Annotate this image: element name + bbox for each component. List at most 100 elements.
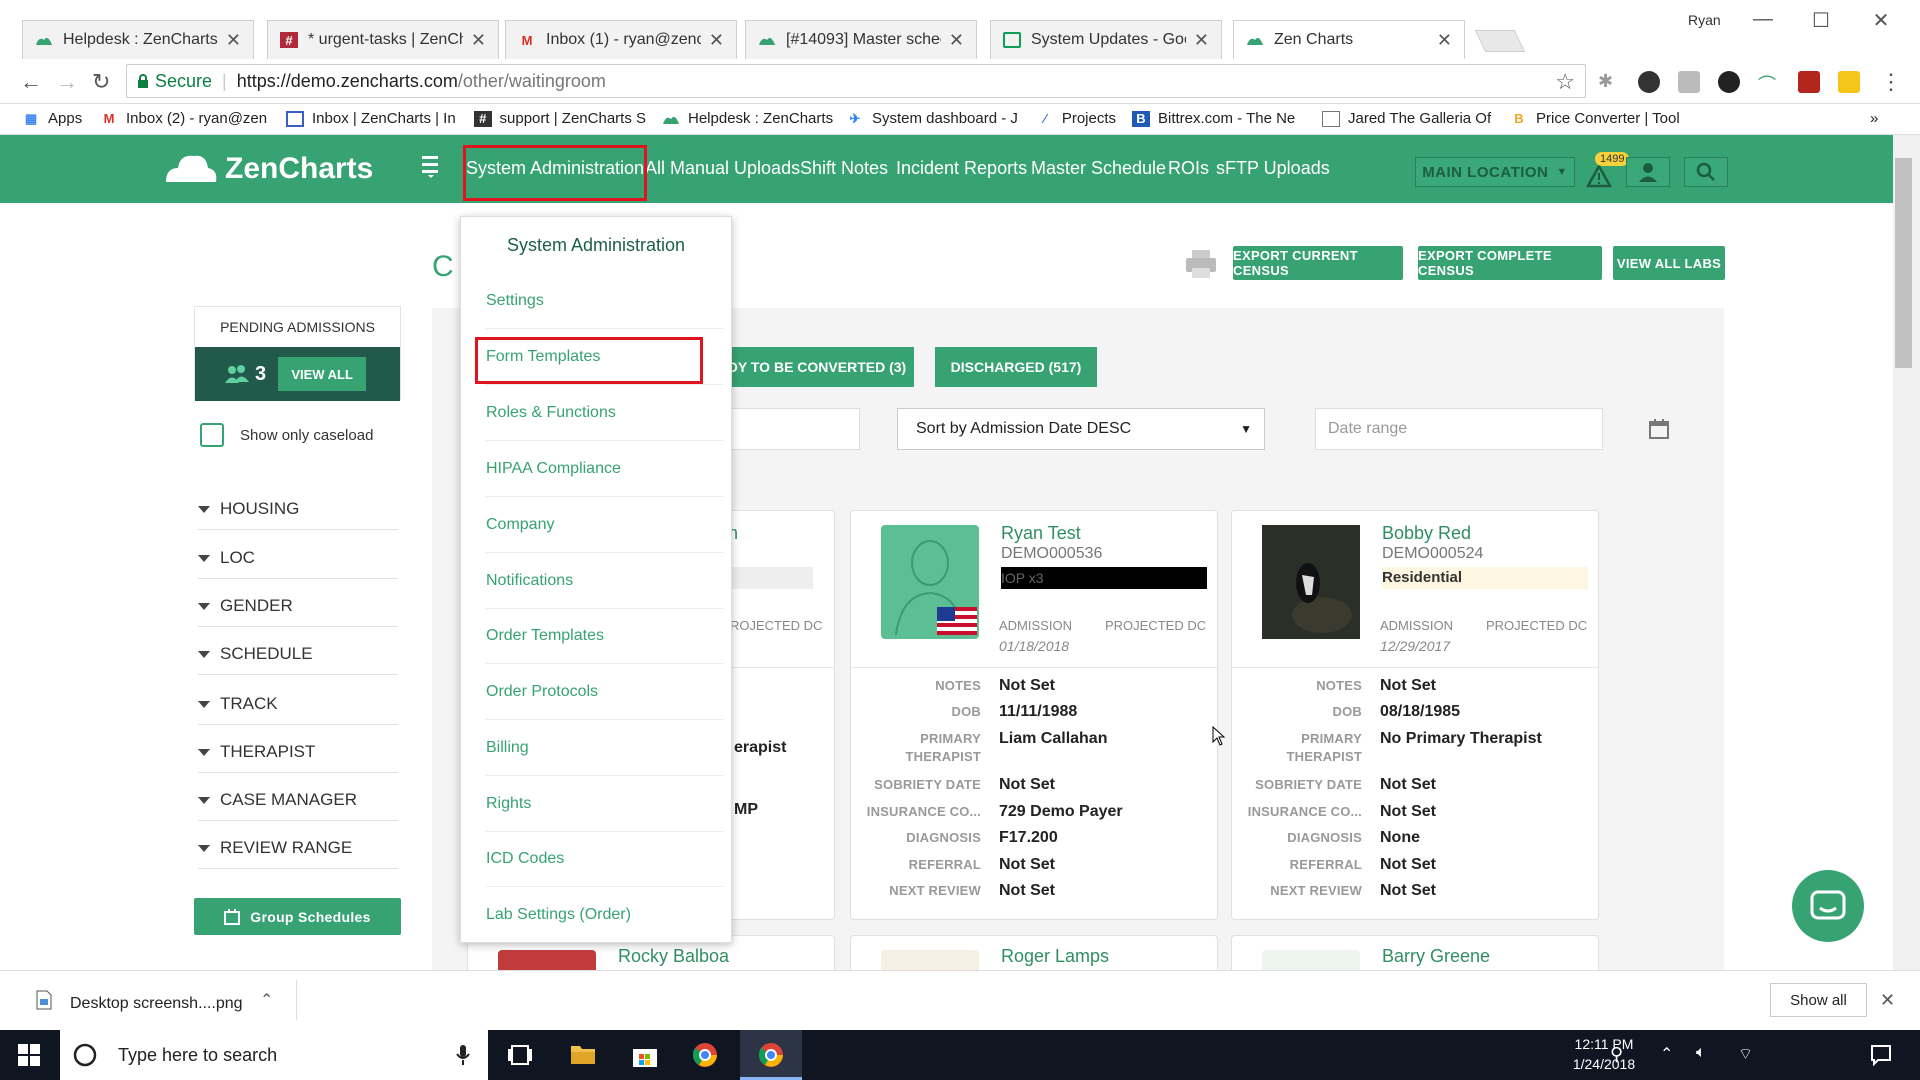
filter-loc[interactable]: LOC: [198, 548, 398, 579]
nav-rois[interactable]: ROIs: [1168, 158, 1209, 179]
menu-item-hipaa-compliance[interactable]: HIPAA Compliance: [486, 441, 724, 497]
pdf-extension-icon[interactable]: [1798, 71, 1820, 93]
browser-tab[interactable]: System Updates - Googl ✕: [990, 20, 1222, 59]
browser-tab[interactable]: Helpdesk : ZenCharts ✕: [22, 20, 254, 59]
download-file-name[interactable]: Desktop screensh....png: [70, 995, 243, 1013]
menu-item-roles-functions[interactable]: Roles & Functions: [486, 385, 724, 441]
patient-name[interactable]: Barry Greene: [1382, 946, 1490, 967]
alert-triangle-icon[interactable]: [1586, 164, 1612, 188]
star-icon[interactable]: ☆: [1555, 69, 1575, 95]
minimize-icon[interactable]: —: [1748, 8, 1778, 31]
close-icon[interactable]: ✕: [1194, 30, 1209, 51]
store-icon[interactable]: [632, 1042, 658, 1068]
chevron-up-icon[interactable]: ⌃: [260, 990, 273, 1010]
patient-name[interactable]: Bobby Red: [1382, 523, 1471, 544]
menu-item-company[interactable]: Company: [486, 497, 724, 553]
chrome-icon[interactable]: [692, 1042, 718, 1068]
view-all-labs-button[interactable]: VIEW ALL LABS: [1613, 246, 1725, 280]
close-icon[interactable]: ✕: [709, 30, 724, 51]
close-shelf-icon[interactable]: ✕: [1880, 990, 1895, 1011]
bookmark-item[interactable]: ✈ System dashboard - J: [846, 110, 1018, 127]
show-all-downloads-button[interactable]: Show all: [1770, 983, 1867, 1017]
back-arrow-icon[interactable]: ←: [20, 69, 42, 95]
nav-master-schedule[interactable]: Master Schedule: [1031, 158, 1166, 179]
patient-card[interactable]: Bobby Red DEMO000524 Residential ADMISSI…: [1231, 510, 1599, 920]
extension-asterisk-icon[interactable]: ✱: [1598, 71, 1620, 93]
action-center-icon[interactable]: [1870, 1044, 1892, 1066]
close-window-icon[interactable]: ✕: [1866, 8, 1896, 33]
close-icon[interactable]: ✕: [1437, 30, 1452, 51]
extension-ring-icon[interactable]: [1718, 71, 1740, 93]
nav-incident-reports[interactable]: Incident Reports: [896, 158, 1027, 179]
close-icon[interactable]: ✕: [226, 30, 241, 51]
file-explorer-icon[interactable]: [570, 1042, 596, 1066]
patient-name[interactable]: Roger Lamps: [1001, 946, 1109, 967]
menu-item-notifications[interactable]: Notifications: [486, 553, 724, 609]
filter-schedule[interactable]: SCHEDULE: [198, 644, 398, 675]
filter-track[interactable]: TRACK: [198, 694, 398, 725]
chat-widget-button[interactable]: [1792, 870, 1864, 942]
browser-tab-active[interactable]: Zen Charts ✕: [1233, 20, 1465, 59]
taskbar-clock[interactable]: 12:11 PM 1/24/2018: [1544, 1034, 1664, 1074]
bookmark-item[interactable]: Inbox | ZenCharts | In: [286, 110, 461, 127]
browser-tab[interactable]: [#14093] Master schedul ✕: [745, 20, 977, 59]
wifi-icon[interactable]: ⌔: [1738, 1044, 1753, 1064]
scrollbar-thumb[interactable]: [1895, 158, 1912, 368]
filter-gender[interactable]: GENDER: [198, 596, 398, 627]
bookmark-item[interactable]: B Price Converter | Tool: [1510, 110, 1680, 127]
bookmark-item[interactable]: # support | ZenCharts S: [474, 110, 646, 127]
menu-item-icd-codes[interactable]: ICD Codes: [486, 831, 724, 887]
bookmark-item[interactable]: M Inbox (2) - ryan@zen: [100, 110, 270, 127]
nav-sftp-uploads[interactable]: sFTP Uploads: [1216, 158, 1330, 179]
patient-search-input[interactable]: [720, 408, 860, 450]
sort-select[interactable]: Sort by Admission Date DESC ▼: [897, 408, 1265, 450]
nav-shift-notes[interactable]: Shift Notes: [800, 158, 888, 179]
bookmarks-overflow[interactable]: »: [1870, 110, 1878, 127]
pending-view-all-button[interactable]: VIEW ALL: [278, 357, 367, 391]
task-view-icon[interactable]: [508, 1044, 532, 1066]
maximize-icon[interactable]: ☐: [1806, 8, 1836, 33]
menu-item-lab-settings[interactable]: Lab Settings (Order): [486, 887, 724, 943]
nav-all-manual-uploads[interactable]: All Manual Uploads: [645, 158, 800, 179]
menu-item-settings[interactable]: Settings: [486, 273, 724, 329]
app-logo[interactable]: ZenCharts: [225, 152, 373, 186]
menu-item-rights[interactable]: Rights: [486, 776, 724, 832]
extension-zen-icon[interactable]: ⌒: [1758, 71, 1780, 95]
chrome-active-taskbar-item[interactable]: [740, 1030, 802, 1080]
microphone-icon[interactable]: [456, 1044, 470, 1066]
bookmark-item[interactable]: B Bittrex.com - The Ne: [1132, 110, 1304, 127]
bookmark-apps[interactable]: ▦ Apps: [22, 110, 82, 127]
export-current-census-button[interactable]: EXPORT CURRENT CENSUS: [1233, 246, 1403, 280]
bookmark-item[interactable]: ⁄ Projects: [1036, 110, 1116, 127]
windows-start-icon[interactable]: [18, 1044, 40, 1066]
location-select-button[interactable]: MAIN LOCATION ▼: [1415, 157, 1575, 187]
filter-review-range[interactable]: REVIEW RANGE: [198, 838, 398, 869]
close-icon[interactable]: ✕: [949, 30, 964, 51]
filter-housing[interactable]: HOUSING: [198, 499, 398, 530]
extension-g-icon[interactable]: [1678, 71, 1700, 93]
browser-tab[interactable]: M Inbox (1) - ryan@zenchar ✕: [505, 20, 737, 59]
export-complete-census-button[interactable]: EXPORT COMPLETE CENSUS: [1418, 246, 1602, 280]
tab-ready-to-be-converted[interactable]: DY TO BE CONVERTED (3): [720, 347, 914, 387]
url-input[interactable]: Secure | https://demo.zencharts.com /oth…: [126, 64, 1586, 98]
printer-icon[interactable]: [1184, 248, 1218, 280]
close-icon[interactable]: ✕: [471, 30, 486, 51]
tab-discharged[interactable]: DISCHARGED (517): [935, 347, 1097, 387]
reload-icon[interactable]: ↻: [92, 69, 110, 95]
menu-item-order-protocols[interactable]: Order Protocols: [486, 664, 724, 720]
bookmark-item[interactable]: Jared The Galleria Of: [1322, 110, 1492, 127]
forward-arrow-icon[interactable]: →: [56, 69, 78, 95]
volume-icon[interactable]: 🔈︎: [1696, 1044, 1706, 1062]
bookmark-item[interactable]: Helpdesk : ZenCharts: [662, 110, 837, 127]
filter-therapist[interactable]: THERAPIST: [198, 742, 398, 773]
taskbar-search-input[interactable]: Type here to search: [60, 1030, 488, 1080]
caseload-checkbox[interactable]: [200, 423, 224, 447]
calendar-icon[interactable]: [1648, 418, 1672, 440]
group-schedules-button[interactable]: Group Schedules: [194, 898, 401, 935]
patient-name[interactable]: Rocky Balboa: [618, 946, 729, 967]
patient-card[interactable]: Ryan Test DEMO000536 IOP x3 ADMISSION PR…: [850, 510, 1218, 920]
user-profile-button[interactable]: [1626, 157, 1670, 187]
hamburger-menu-icon[interactable]: [420, 154, 442, 178]
filter-case-manager[interactable]: CASE MANAGER: [198, 790, 398, 821]
browser-tab[interactable]: # * urgent-tasks | ZenChart ✕: [267, 20, 499, 59]
